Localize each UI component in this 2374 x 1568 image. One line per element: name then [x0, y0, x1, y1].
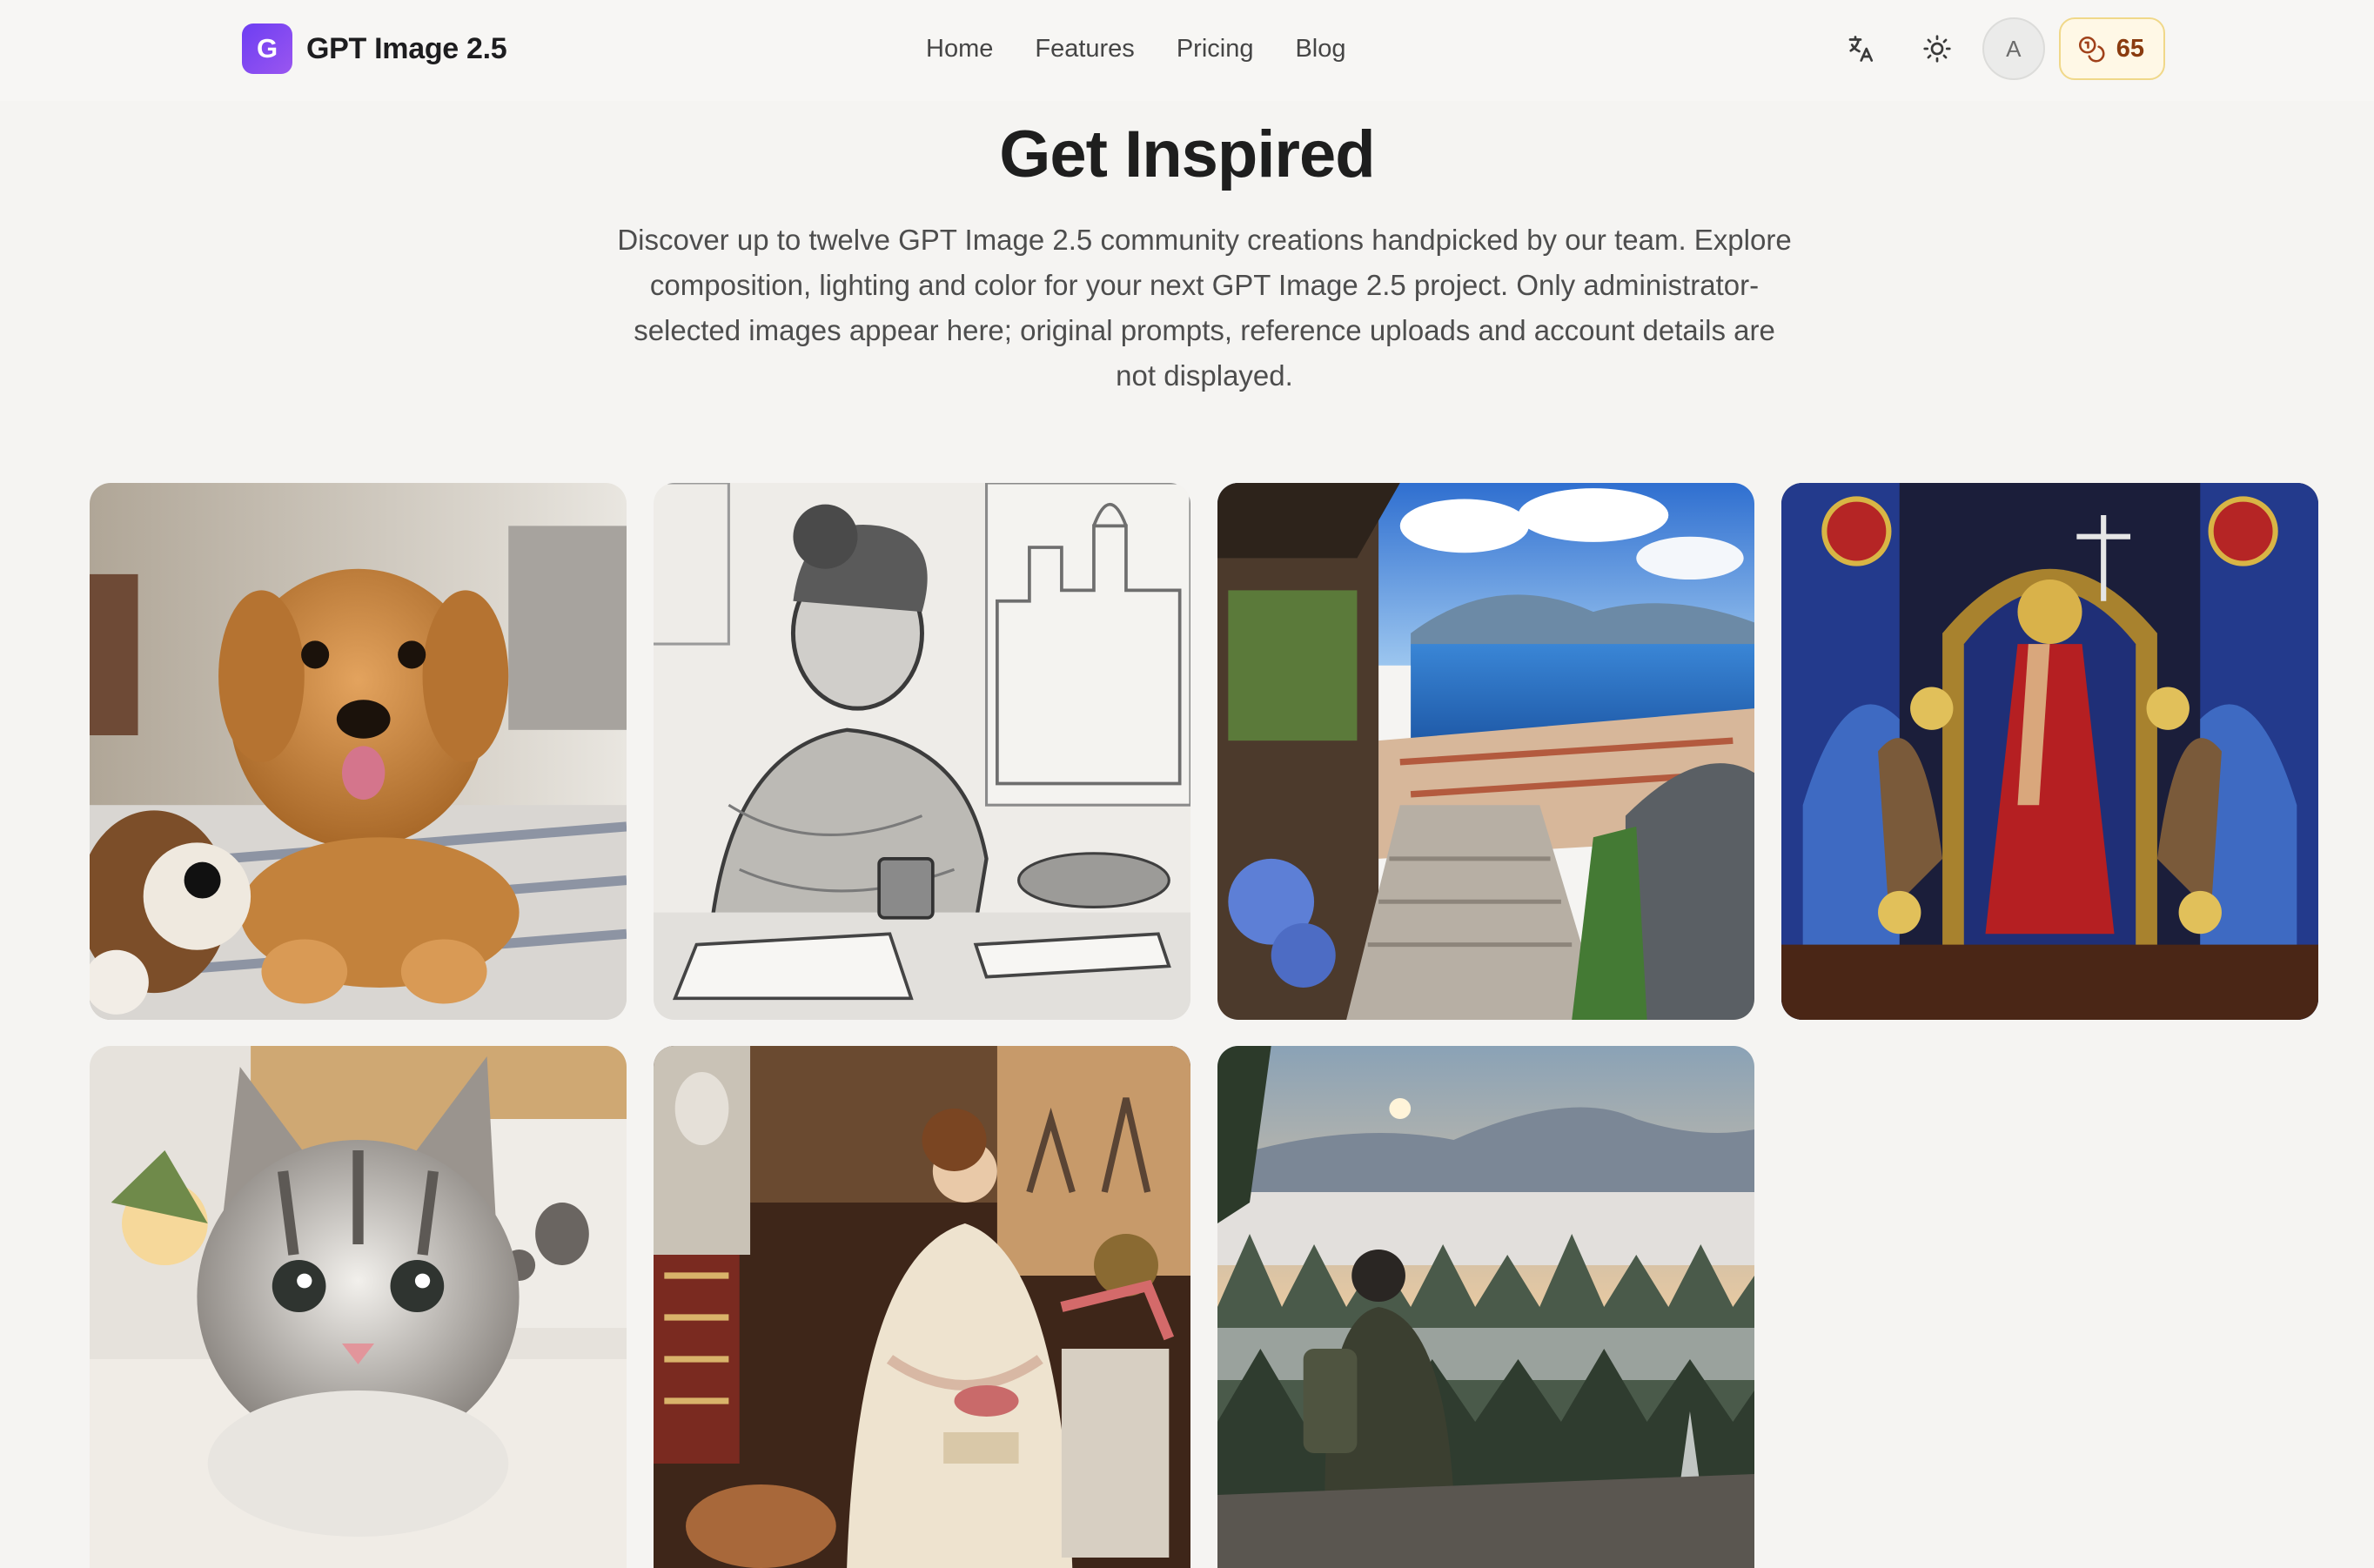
user-avatar-button[interactable]: A [1982, 17, 2045, 80]
gallery-item-victorian-reader[interactable] [654, 1046, 1190, 1568]
brand-link[interactable]: G GPT Image 2.5 [242, 23, 507, 74]
gallery-item-coastal-village[interactable] [1217, 483, 1754, 1020]
gallery-item-stained-glass[interactable] [1781, 483, 2318, 1020]
page-title: Get Inspired [999, 117, 1375, 191]
brand-logo-icon: G [242, 23, 292, 74]
brand-name: GPT Image 2.5 [306, 31, 507, 65]
gallery-image-puppy [90, 483, 627, 1020]
language-button[interactable] [1829, 17, 1892, 80]
nav-features-link[interactable]: Features [1035, 35, 1134, 64]
gallery-image-kitten [90, 1046, 627, 1568]
gallery-item-puppy[interactable] [90, 483, 627, 1020]
main-nav: Home Features Pricing Blog [926, 28, 1346, 70]
coins-icon [2078, 36, 2105, 63]
credits-badge[interactable]: 65 [2058, 17, 2165, 80]
sun-icon [1923, 35, 1951, 63]
gallery-image-stained-glass [1781, 483, 2318, 1020]
gallery-image-sketch [654, 483, 1190, 1020]
translate-icon [1848, 36, 1873, 62]
nav-pricing-link[interactable]: Pricing [1177, 35, 1254, 64]
gallery-image-victorian-reader [654, 1046, 1190, 1568]
theme-toggle-button[interactable] [1906, 17, 1968, 80]
gallery-item-misty-forest-hiker[interactable] [1217, 1046, 1754, 1568]
nav-home-link[interactable]: Home [926, 35, 993, 64]
gallery-image-coastal-village [1217, 483, 1754, 1020]
gallery-item-sketch[interactable] [654, 483, 1190, 1020]
nav-blog-link[interactable]: Blog [1295, 35, 1345, 64]
top-navbar: G GPT Image 2.5 Home Features Pricing Bl… [0, 0, 2374, 101]
gallery-item-kitten[interactable] [90, 1046, 627, 1568]
gallery-image-misty-forest-hiker [1217, 1046, 1754, 1568]
page-description: Discover up to twelve GPT Image 2.5 comm… [617, 224, 1792, 392]
credits-count: 65 [2116, 34, 2144, 63]
header-actions: A 65 [1829, 17, 2165, 80]
